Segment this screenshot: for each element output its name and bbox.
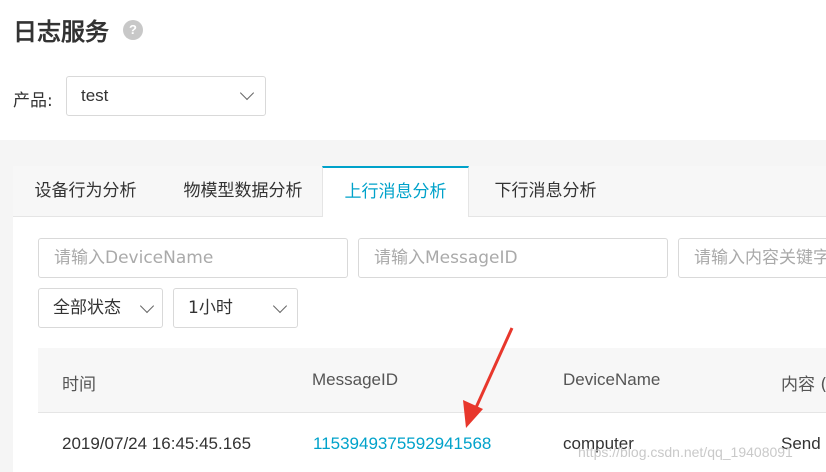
annotation-arrow-icon bbox=[463, 327, 514, 428]
watermark: https://blog.csdn.net/qq_19408091 bbox=[578, 444, 793, 460]
